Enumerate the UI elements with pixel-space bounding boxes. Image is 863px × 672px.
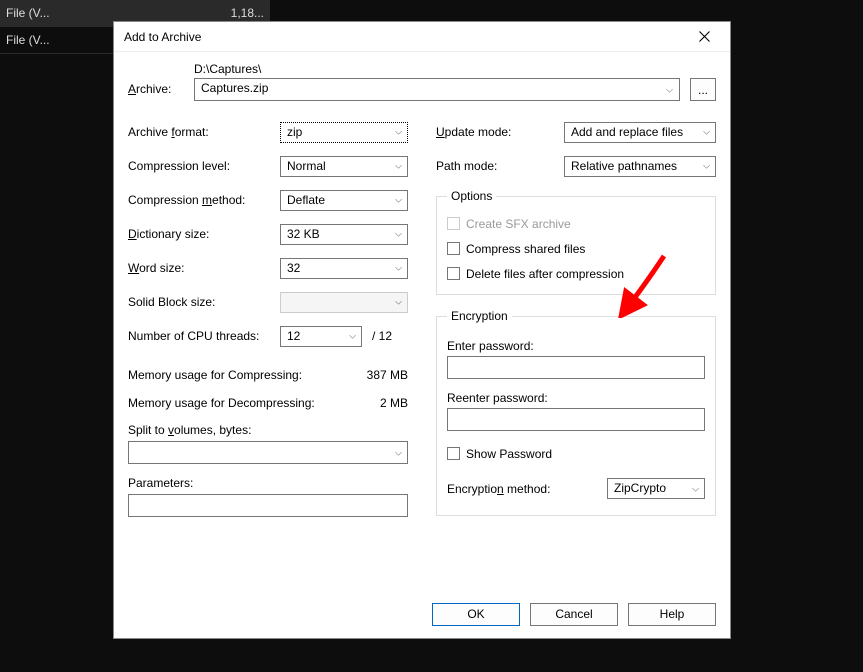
solid-block-select: ⌵ [280, 292, 408, 313]
chevron-down-icon: ⌵ [395, 263, 402, 274]
archive-filename: Captures.zip [201, 81, 268, 95]
show-password-checkbox[interactable] [447, 447, 460, 460]
chevron-down-icon: ⌵ [395, 229, 402, 240]
show-password-row[interactable]: Show Password [447, 441, 705, 466]
chevron-down-icon: ⌵ [395, 297, 402, 308]
dialog-title: Add to Archive [124, 30, 686, 44]
dictionary-size-label: Dictionary size: [128, 227, 280, 241]
update-mode-select[interactable]: Add and replace files⌵ [564, 122, 716, 143]
archive-label: Archive: [128, 62, 194, 96]
ok-button[interactable]: OK [432, 603, 520, 626]
shared-checkbox-row[interactable]: Compress shared files [447, 236, 705, 261]
encryption-method-select[interactable]: ZipCrypto⌵ [607, 478, 705, 499]
chevron-down-icon: ⌵ [666, 84, 673, 95]
options-legend: Options [447, 189, 496, 203]
chevron-down-icon: ⌵ [395, 447, 402, 458]
enter-password-label: Enter password: [447, 339, 705, 353]
chevron-down-icon: ⌵ [703, 127, 710, 138]
archive-filename-combo[interactable]: Captures.zip ⌵ [194, 78, 680, 101]
path-mode-select[interactable]: Relative pathnames⌵ [564, 156, 716, 177]
close-button[interactable] [686, 23, 722, 51]
archive-format-select[interactable]: zip⌵ [280, 122, 408, 143]
chevron-down-icon: ⌵ [395, 127, 402, 138]
options-group: Options Create SFX archive Compress shar… [436, 189, 716, 295]
reenter-password-input[interactable] [447, 408, 705, 431]
chevron-down-icon: ⌵ [692, 483, 699, 494]
cpu-threads-select[interactable]: 12⌵ [280, 326, 362, 347]
shared-checkbox[interactable] [447, 242, 460, 255]
parameters-input[interactable] [128, 494, 408, 517]
archive-format-label: Archive format: [128, 125, 280, 139]
help-button[interactable]: Help [628, 603, 716, 626]
solid-block-label: Solid Block size: [128, 295, 280, 309]
sfx-checkbox [447, 217, 460, 230]
cpu-threads-total: / 12 [372, 329, 392, 343]
chevron-down-icon: ⌵ [703, 161, 710, 172]
shared-label: Compress shared files [466, 242, 585, 256]
mem-compress-label: Memory usage for Compressing: [128, 368, 367, 382]
encryption-group: Encryption Enter password: Reenter passw… [436, 309, 716, 516]
add-to-archive-dialog: Add to Archive Archive: D:\Captures\ Cap… [113, 21, 731, 639]
enter-password-input[interactable] [447, 356, 705, 379]
sfx-checkbox-row: Create SFX archive [447, 211, 705, 236]
titlebar: Add to Archive [114, 22, 730, 52]
reenter-password-label: Reenter password: [447, 391, 705, 405]
mem-decompress-value: 2 MB [380, 396, 408, 410]
delete-checkbox-row[interactable]: Delete files after compression [447, 261, 705, 286]
chevron-down-icon: ⌵ [349, 331, 356, 342]
show-password-label: Show Password [466, 447, 552, 461]
file-size: 1,18... [224, 6, 264, 20]
chevron-down-icon: ⌵ [395, 195, 402, 206]
cancel-button[interactable]: Cancel [530, 603, 618, 626]
parameters-label: Parameters: [128, 476, 408, 490]
file-name: File (V... [6, 6, 224, 20]
encryption-method-label: Encryption method: [447, 482, 599, 496]
delete-checkbox[interactable] [447, 267, 460, 280]
compression-level-select[interactable]: Normal⌵ [280, 156, 408, 177]
mem-decompress-label: Memory usage for Decompressing: [128, 396, 380, 410]
split-volumes-combo[interactable]: ⌵ [128, 441, 408, 464]
mem-compress-value: 387 MB [367, 368, 408, 382]
sfx-label: Create SFX archive [466, 217, 571, 231]
cpu-threads-label: Number of CPU threads: [128, 329, 280, 343]
delete-label: Delete files after compression [466, 267, 624, 281]
close-icon [699, 31, 710, 42]
chevron-down-icon: ⌵ [395, 161, 402, 172]
word-size-label: Word size: [128, 261, 280, 275]
compression-method-select[interactable]: Deflate⌵ [280, 190, 408, 211]
compression-level-label: Compression level: [128, 159, 280, 173]
update-mode-label: Update mode: [436, 125, 564, 139]
browse-button[interactable]: ... [690, 78, 716, 101]
path-mode-label: Path mode: [436, 159, 564, 173]
word-size-select[interactable]: 32⌵ [280, 258, 408, 279]
dictionary-size-select[interactable]: 32 KB⌵ [280, 224, 408, 245]
split-volumes-label: Split to volumes, bytes: [128, 423, 408, 437]
archive-path: D:\Captures\ [194, 62, 716, 76]
compression-method-label: Compression method: [128, 193, 280, 207]
encryption-legend: Encryption [447, 309, 512, 323]
